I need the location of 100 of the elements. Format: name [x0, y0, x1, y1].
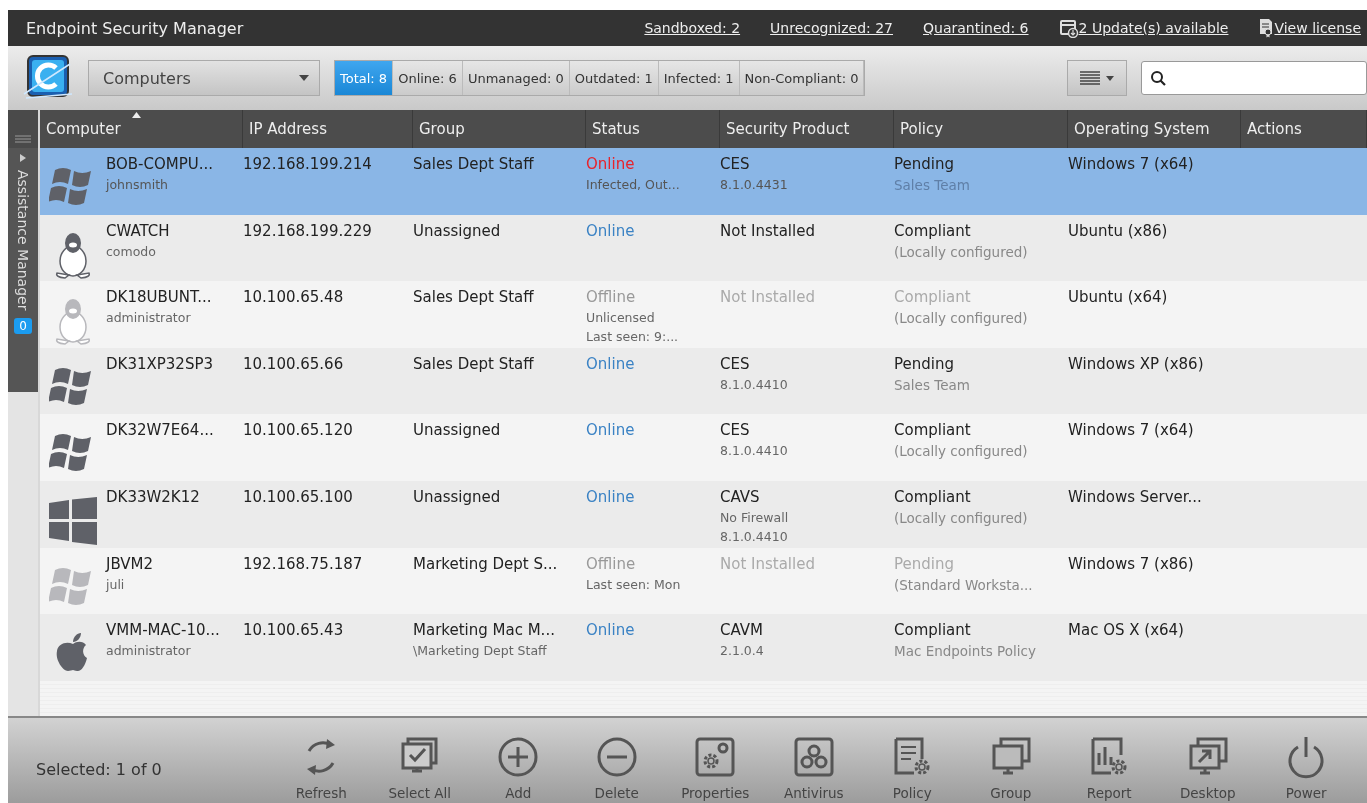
view-menu-button[interactable] [1067, 60, 1127, 96]
header-link[interactable]: View license [1274, 20, 1361, 36]
header-link[interactable]: Quarantined: 6 [923, 20, 1029, 36]
toolbar-button[interactable]: Power [1257, 734, 1356, 801]
table-row[interactable]: CWATCH comodo 192.168.199.229 Unassigned Online Not Installed Compliant (Locally configured) Ubuntu (x86) [40, 214, 1367, 282]
certificate-icon [1258, 18, 1275, 38]
policy-name: (Locally configured) [894, 243, 1029, 260]
status-text: Online [586, 354, 636, 373]
product-detail: No Firewall [720, 509, 790, 525]
selection-count: Selected: 1 of 0 [36, 760, 163, 779]
toolbar-button[interactable]: Antivirus [764, 734, 863, 801]
penguin-icon [53, 297, 93, 346]
status-text: Online [586, 155, 636, 173]
header-link[interactable]: Sandboxed: 2 [644, 20, 741, 36]
toolbar-button[interactable]: Report [1060, 734, 1159, 801]
sort-arrow-icon [132, 112, 141, 118]
status-text: Online [586, 621, 636, 640]
status-detail: Last seen: 9:... [586, 329, 680, 345]
group-name: Sales Dept Staff [413, 354, 535, 373]
tiles-logo-icon [49, 496, 97, 545]
user-name: comodo [106, 243, 157, 259]
expand-arrow-icon [20, 154, 26, 162]
filter-tab[interactable]: Unmanaged: 0 [462, 61, 570, 95]
policy-status: Pending [894, 155, 955, 173]
product-name: CES [720, 354, 751, 373]
policy-name: Mac Endpoints Policy [894, 643, 1037, 660]
status-detail: Infected, Out... [586, 177, 681, 192]
computer-name: DK32W7E64... [106, 421, 215, 440]
header-link[interactable]: Unrecognized: 27 [770, 20, 893, 36]
header-link[interactable]: 2 Update(s) available [1078, 20, 1229, 36]
product-name: CAVM [720, 621, 764, 640]
toolbar-button[interactable]: Delete [567, 734, 666, 801]
filter-tab[interactable]: Outdated: 1 [569, 61, 659, 95]
policy-status: Compliant [894, 621, 972, 640]
user-name: johnsmith [106, 177, 169, 192]
table-cell-text: 10.100.65.100 [243, 487, 354, 506]
table-row[interactable]: DK33W2K12 10.100.65.100 Unassigned Online CAVS No Firewall 8.1.0.4410 Compliant (Locally configured) Windows Server... [40, 480, 1367, 548]
table-cell-text: 10.100.65.120 [243, 421, 354, 440]
table-cell-text: Windows 7 (x86) [1068, 554, 1195, 573]
toolbar-button[interactable]: Policy [863, 734, 962, 801]
product-name: CES [720, 155, 751, 173]
group-path: \Marketing Dept Staff [413, 643, 548, 659]
group-name: Marketing Dept S... [413, 554, 559, 573]
status-detail: Last seen: Mon [586, 576, 682, 592]
computer-name: DK31XP32SP3 [106, 354, 214, 373]
policy-status: Compliant [894, 288, 972, 307]
view-dropdown[interactable]: Computers [88, 60, 320, 96]
filter-tab[interactable]: Non-Compliant: 0 [739, 61, 865, 95]
group-name: Unassigned [413, 487, 502, 506]
table-cell-text: Windows Server... [1068, 487, 1203, 506]
product-name: CES [720, 421, 751, 440]
search-field[interactable] [1141, 61, 1367, 95]
caret-icon [299, 75, 309, 81]
user-name: administrator [106, 310, 192, 326]
toolbar-button[interactable]: Desktop [1158, 734, 1257, 801]
policy-name: (Locally configured) [894, 443, 1029, 460]
product-detail: 8.1.0.4410 [720, 443, 789, 459]
group-name: Marketing Mac M... [413, 621, 556, 640]
policy-name: (Locally configured) [894, 310, 1029, 327]
toolbar-button[interactable]: Group [961, 734, 1060, 801]
table-row[interactable]: BOB-COMPU... johnsmith 192.168.199.214 Sales Dept Staff Online Infected, Out... CES 8.1.0.4431 Pending Sales Team Windows 7 (x64) [40, 148, 1367, 215]
product-detail: 8.1.0.4431 [720, 177, 789, 192]
product-detail: 8.1.0.4410 [720, 376, 789, 392]
toolbar-button[interactable]: Add [469, 734, 568, 801]
computer-name: VMM-MAC-10... [106, 621, 221, 640]
filter-tab[interactable]: Online: 6 [393, 61, 463, 95]
policy-status: Compliant [894, 421, 972, 440]
policy-name: Sales Team [894, 376, 971, 393]
computer-name: DK18UBUNT... [106, 288, 213, 307]
table-cell-text: 10.100.65.66 [243, 354, 345, 373]
status-detail: Unlicensed [586, 310, 656, 326]
table-cell-text: Windows 7 (x64) [1068, 155, 1195, 173]
table-cell-text: 10.100.65.43 [243, 621, 345, 640]
status-text: Online [586, 221, 636, 240]
policy-status: Pending [894, 354, 955, 373]
computer-name: CWATCH [106, 221, 171, 240]
search-icon [1150, 70, 1166, 86]
user-name: juli [106, 576, 126, 592]
toolbar-button[interactable]: Select All [370, 734, 469, 801]
policy-name: Sales Team [894, 177, 971, 193]
table-cell-text: Ubuntu (x86) [1068, 221, 1169, 240]
table-cell-text: Ubuntu (x64) [1068, 288, 1169, 307]
status-text: Offline [586, 288, 637, 307]
penguin-icon [53, 230, 93, 279]
status-text: Online [586, 421, 636, 440]
filter-tab[interactable]: Infected: 1 [658, 61, 740, 95]
computer-name: JBVM2 [106, 554, 154, 573]
product-name: Not Installed [720, 554, 816, 573]
table-row[interactable]: VMM-MAC-10... administrator 10.100.65.43 Marketing Mac M... \Marketing Dept Staff Online CAVM 2.1.0.4 Compliant Mac Endpoints Policy Mac OS X (x64) [40, 614, 1367, 681]
computer-name: BOB-COMPU... [106, 155, 215, 173]
table-row[interactable]: DK31XP32SP3 10.100.65.66 Sales Dept Staff Online CES 8.1.0.4410 Pending Sales Team Windows XP (x86) [40, 347, 1367, 415]
toolbar-button[interactable]: Properties [666, 734, 765, 801]
status-text: Online [586, 487, 636, 506]
policy-status: Compliant [894, 487, 972, 506]
panel-label: Assistance Manager [15, 170, 31, 311]
user-name: administrator [106, 643, 192, 659]
policy-name: (Standard Worksta... [894, 576, 1034, 593]
list-icon [1080, 71, 1114, 85]
table-cell-text: 192.168.199.229 [243, 221, 373, 240]
toolbar-button[interactable]: Refresh [272, 734, 371, 801]
